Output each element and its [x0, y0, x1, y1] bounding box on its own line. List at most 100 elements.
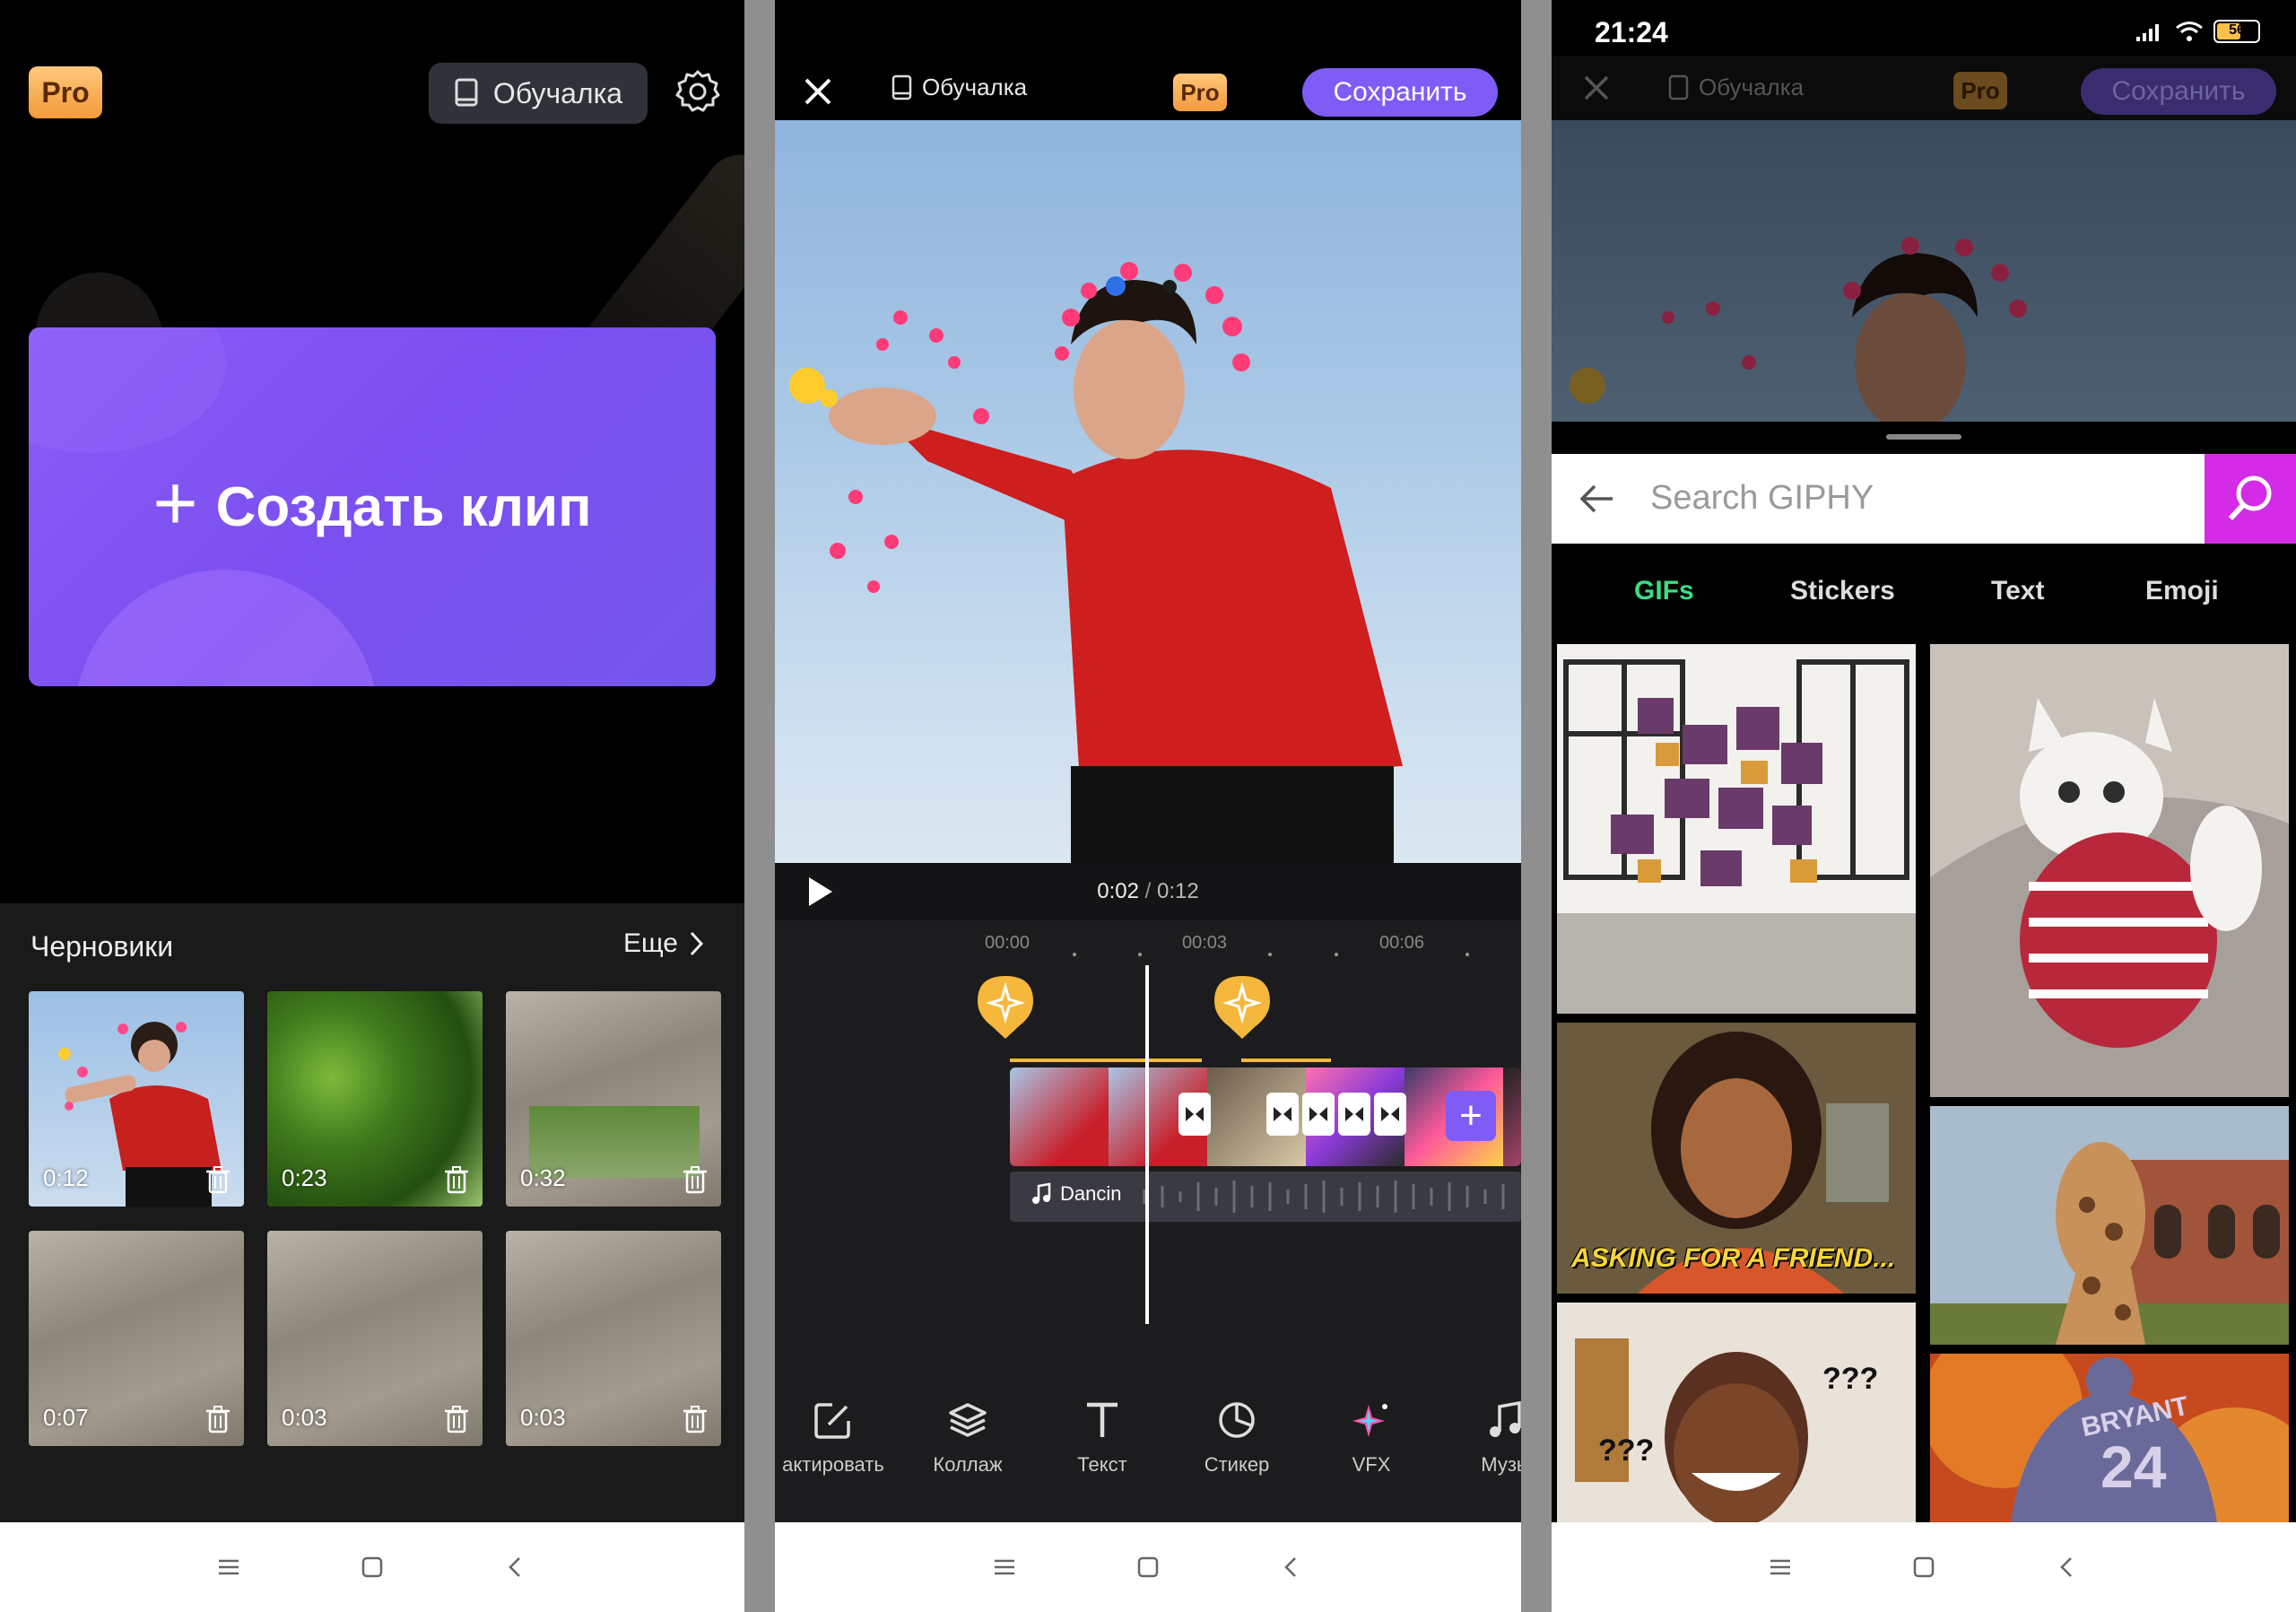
transition-button[interactable]: [1338, 1093, 1370, 1136]
search-button[interactable]: [2205, 454, 2296, 544]
save-button[interactable]: Сохранить: [1302, 68, 1498, 117]
tutorial-button[interactable]: Обучалка: [429, 63, 648, 124]
gif-text: ???: [1598, 1433, 1655, 1468]
ruler-dot: [1138, 953, 1142, 956]
system-nav-bar: [0, 1522, 744, 1612]
gear-icon[interactable]: [674, 68, 721, 115]
tool-label: Музы: [1481, 1453, 1521, 1476]
giphy-search-bar: Search GIPHY: [1552, 454, 2205, 544]
tab-stickers[interactable]: Stickers: [1790, 576, 1895, 606]
tool-music[interactable]: Музы: [1439, 1399, 1521, 1522]
trash-icon[interactable]: [443, 1165, 470, 1194]
plus-icon: +: [152, 460, 198, 546]
editor-screen: Обучалка Pro Сохранить 0:02 / 0:12 00:00…: [775, 0, 1521, 1612]
transition-button[interactable]: [1178, 1093, 1211, 1136]
tool-sticker[interactable]: Стикер: [1170, 1399, 1304, 1522]
back-icon[interactable]: [498, 1549, 534, 1585]
tool-collage[interactable]: Коллаж: [900, 1399, 1035, 1522]
tool-vfx[interactable]: VFX: [1304, 1399, 1439, 1522]
menu-icon[interactable]: [211, 1549, 247, 1585]
draft-thumbnail[interactable]: 0:03: [506, 1231, 721, 1446]
transition-button[interactable]: [1374, 1093, 1406, 1136]
add-clip-button[interactable]: +: [1446, 1091, 1496, 1141]
gif-item[interactable]: ASKING FOR A FRIEND...: [1557, 1023, 1916, 1294]
trash-icon[interactable]: [682, 1405, 709, 1433]
trash-icon[interactable]: [682, 1165, 709, 1194]
gif-image: [1930, 644, 2289, 1097]
preview-image: [1570, 237, 2027, 422]
gif-item[interactable]: ??? ???: [1557, 1303, 1916, 1522]
keyframe-marker[interactable]: [978, 976, 1033, 1041]
tab-gifs[interactable]: GIFs: [1634, 576, 1694, 606]
drafts-more-label: Еще: [622, 928, 678, 958]
gif-item[interactable]: [1930, 1106, 2289, 1345]
chevron-right-icon: [690, 931, 704, 956]
tool-label: Стикер: [1204, 1453, 1270, 1476]
edit-icon: [814, 1403, 850, 1439]
gif-item[interactable]: BRYANT 24: [1930, 1354, 2289, 1522]
music-note-icon: [1032, 1182, 1051, 1204]
tool-label: актировать: [782, 1453, 884, 1476]
draft-duration: 0:23: [282, 1164, 327, 1191]
home-icon[interactable]: [1906, 1549, 1942, 1585]
book-icon: [1668, 74, 1689, 100]
drafts-more-link[interactable]: Еще: [623, 928, 705, 959]
gif-item[interactable]: [1557, 644, 1916, 1014]
trash-icon[interactable]: [204, 1165, 231, 1194]
transition-button[interactable]: [1266, 1093, 1299, 1136]
home-screen: Pro Обучалка + Создать клип Черновики Ещ…: [0, 0, 744, 1612]
drafts-section: Черновики Еще 0:12 0:23 0:32 0:07 0:03 0…: [0, 903, 744, 1522]
tab-text[interactable]: Text: [1991, 576, 2044, 606]
video-clip-track[interactable]: [1010, 1067, 1521, 1166]
trash-icon[interactable]: [443, 1405, 470, 1433]
ruler-dot: [1465, 953, 1469, 956]
home-icon[interactable]: [354, 1549, 390, 1585]
tutorial-button[interactable]: Обучалка: [891, 74, 1027, 101]
draft-thumbnail[interactable]: 0:23: [267, 991, 483, 1207]
tab-emoji[interactable]: Emoji: [2145, 576, 2219, 606]
menu-icon[interactable]: [1762, 1549, 1798, 1585]
tutorial-label: Обучалка: [1699, 74, 1805, 100]
back-arrow-icon[interactable]: [1578, 483, 1614, 515]
video-preview[interactable]: [775, 120, 1521, 863]
timeline[interactable]: 00:00 00:03 00:06 + Dancin: [775, 920, 1521, 1369]
playhead[interactable]: [1145, 965, 1149, 1324]
audio-track[interactable]: Dancin: [1010, 1172, 1521, 1222]
transition-icon: [1309, 1107, 1327, 1121]
layers-icon: [949, 1403, 987, 1437]
ruler-dot: [1073, 953, 1076, 956]
ruler-dot: [1268, 953, 1272, 956]
trash-icon[interactable]: [204, 1405, 231, 1433]
battery-icon: 56: [2213, 20, 2260, 43]
menu-icon[interactable]: [987, 1549, 1022, 1585]
draft-thumbnail[interactable]: 0:12: [29, 991, 244, 1207]
keyframe-marker[interactable]: [1214, 976, 1270, 1041]
create-clip-button[interactable]: + Создать клип: [29, 327, 716, 686]
draft-thumbnail[interactable]: 0:32: [506, 991, 721, 1207]
transition-icon: [1186, 1107, 1204, 1121]
giphy-tabs: GIFs Stickers Text Emoji: [1552, 565, 2296, 619]
transition-button[interactable]: [1302, 1093, 1335, 1136]
preview-image: [789, 262, 1403, 863]
search-input[interactable]: Search GIPHY: [1650, 479, 1874, 518]
editor-tools: актировать Коллаж Текст Стикер VFX Музы: [775, 1399, 1521, 1522]
tool-text[interactable]: Текст: [1035, 1399, 1170, 1522]
pro-badge[interactable]: Pro: [29, 66, 102, 118]
home-icon[interactable]: [1130, 1549, 1166, 1585]
sheet-handle[interactable]: [1886, 434, 1961, 440]
book-icon: [455, 78, 478, 107]
pro-badge[interactable]: Pro: [1173, 74, 1227, 111]
tutorial-button: Обучалка: [1668, 74, 1804, 101]
audio-name: Dancin: [1060, 1182, 1122, 1205]
tool-edit[interactable]: актировать: [775, 1399, 900, 1522]
draft-thumbnail[interactable]: 0:03: [267, 1231, 483, 1446]
card-decoration: [29, 327, 226, 453]
draft-duration: 0:07: [43, 1404, 89, 1431]
close-icon[interactable]: [802, 75, 834, 108]
effect-track: [1241, 1059, 1331, 1062]
status-bar: 21:24 56: [1552, 0, 2296, 56]
back-icon[interactable]: [1274, 1549, 1309, 1585]
gif-item[interactable]: [1930, 644, 2289, 1097]
draft-thumbnail[interactable]: 0:07: [29, 1231, 244, 1446]
back-icon[interactable]: [2049, 1549, 2085, 1585]
